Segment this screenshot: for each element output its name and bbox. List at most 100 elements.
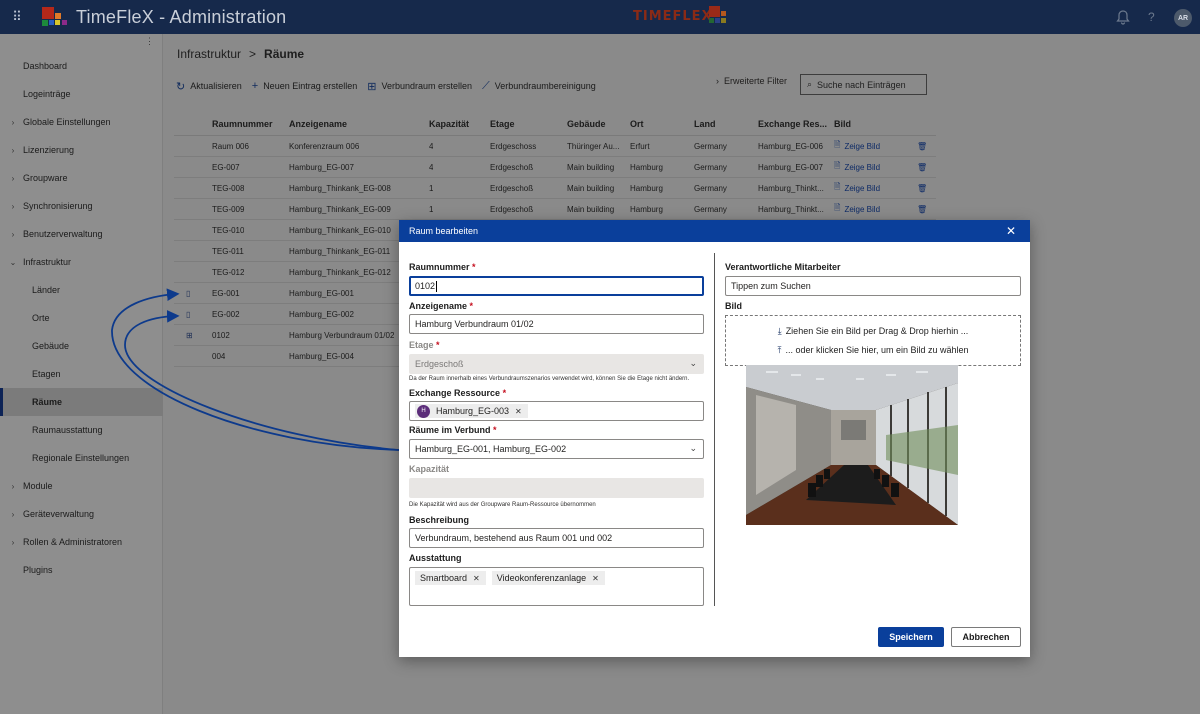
room-number-input[interactable]: 0102	[409, 276, 704, 296]
show-image-link[interactable]: 🗎 Zeige Bild	[834, 157, 880, 177]
column-header[interactable]: Raumnummer	[212, 112, 273, 135]
image-dropzone[interactable]: ⤓ Ziehen Sie ein Bild per Drag & Drop hie…	[725, 315, 1021, 366]
sidebar-item-4[interactable]: › Groupware	[0, 164, 163, 192]
show-image-link[interactable]: 🗎 Zeige Bild	[834, 178, 880, 198]
cell-country: Germany	[694, 162, 727, 172]
responsible-search-input[interactable]: Tippen zum Suchen	[725, 276, 1021, 296]
sidebar-item-13[interactable]: Raumausstattung	[0, 416, 163, 444]
search-input[interactable]: ⌕ Suche nach Einträgen	[800, 74, 927, 95]
remove-chip-icon[interactable]: ✕	[592, 574, 599, 583]
delete-icon[interactable]: 🗑	[917, 157, 927, 177]
cell-res: Hamburg_EG-007	[758, 162, 823, 172]
sidebar-item-14[interactable]: Regionale Einstellungen	[0, 444, 163, 472]
room-photo	[746, 365, 958, 525]
cell-nr: TEG-012	[212, 267, 245, 277]
display-name-input[interactable]: Hamburg Verbundraum 01/02	[409, 314, 704, 334]
equipment-picker[interactable]: Smartboard ✕ Videokonferenzanlage ✕	[409, 567, 704, 606]
column-divider	[714, 253, 715, 606]
cell-name: Hamburg_EG-001	[289, 288, 354, 298]
table-row[interactable]: EG-007 Hamburg_EG-007 4 Erdgeschoß Main buil…	[174, 157, 936, 178]
app-title: TimeFleX - Administration	[76, 7, 287, 27]
sidebar-item-10[interactable]: Gebäude	[0, 332, 163, 360]
sidebar-item-12[interactable]: Räume	[0, 388, 163, 416]
collapse-handle-icon[interactable]: ⋮	[145, 36, 154, 47]
cell-building: Thüringer Au...	[567, 141, 620, 151]
remove-chip-icon[interactable]: ✕	[515, 407, 522, 416]
cell-country: Germany	[694, 183, 727, 193]
bell-icon[interactable]	[1115, 9, 1131, 28]
breadcrumb-parent[interactable]: Infrastruktur	[177, 47, 241, 61]
column-header[interactable]: Anzeigename	[289, 112, 347, 135]
sidebar-item-1[interactable]: Logeinträge	[0, 80, 163, 108]
capacity-input	[409, 478, 704, 498]
cell-city: Hamburg	[630, 162, 663, 172]
cell-res: Hamburg_EG-006	[758, 141, 823, 151]
delete-icon[interactable]: 🗑	[917, 136, 927, 156]
remove-chip-icon[interactable]: ✕	[473, 574, 480, 583]
rooms-in-composite-dropdown[interactable]: Hamburg_EG-001, Hamburg_EG-002 ⌄	[409, 439, 704, 459]
room-number-label: Raumnummer *	[409, 262, 476, 272]
exchange-resource-chip: H Hamburg_EG-003 ✕	[415, 404, 528, 418]
show-image-link[interactable]: 🗎 Zeige Bild	[834, 136, 880, 156]
cell-name: Hamburg_Thinkank_EG-012	[289, 267, 391, 277]
sidebar-item-15[interactable]: › Module	[0, 472, 163, 500]
sidebar-item-2[interactable]: › Globale Einstellungen	[0, 108, 163, 136]
cell-name: Hamburg_Thinkank_EG-009	[289, 204, 391, 214]
create-composite-room-button[interactable]: ⊞ Verbundraum erstellen	[367, 80, 472, 93]
sidebar-item-9[interactable]: Orte	[0, 304, 163, 332]
table-row[interactable]: TEG-009 Hamburg_Thinkank_EG-009 1 Erdgescho…	[174, 199, 936, 220]
sidebar-item-11[interactable]: Etagen	[0, 360, 163, 388]
image-file-icon: 🗎	[834, 161, 841, 170]
waffle-icon[interactable]: ⠿	[0, 0, 34, 34]
sidebar-item-7[interactable]: ⌄ Infrastruktur	[0, 248, 163, 276]
chevron-right-icon: ›	[11, 229, 15, 239]
chevron-down-icon: ⌄	[9, 257, 17, 267]
breadcrumb-current: Räume	[264, 47, 305, 61]
column-header[interactable]: Etage	[490, 112, 515, 135]
column-header[interactable]: Kapazität	[429, 112, 469, 135]
sidebar-item-label: Orte	[32, 313, 50, 323]
refresh-button[interactable]: ↻ Aktualisieren	[176, 80, 242, 93]
table-row[interactable]: TEG-008 Hamburg_Thinkank_EG-008 1 Erdgescho…	[174, 178, 936, 199]
cell-city: Hamburg	[630, 183, 663, 193]
description-input[interactable]: Verbundraum, bestehend aus Raum 001 und …	[409, 528, 704, 548]
delete-icon[interactable]: 🗑	[917, 199, 927, 219]
column-header[interactable]: Gebäude	[567, 112, 606, 135]
cancel-button[interactable]: Abbrechen	[951, 627, 1021, 647]
close-icon[interactable]: ✕	[1006, 224, 1016, 238]
cell-city: Hamburg	[630, 204, 663, 214]
new-entry-button[interactable]: + Neuen Eintrag erstellen	[252, 80, 358, 92]
advanced-filter-button[interactable]: › Erweiterte Filter	[716, 76, 787, 86]
sidebar-item-8[interactable]: Länder	[0, 276, 163, 304]
description-label: Beschreibung	[409, 515, 470, 525]
delete-icon[interactable]: 🗑	[917, 178, 927, 198]
sidebar-item-3[interactable]: › Lizenzierung	[0, 136, 163, 164]
cell-city: Erfurt	[630, 141, 650, 151]
user-avatar[interactable]: AR	[1174, 9, 1192, 27]
column-header[interactable]: Bild	[834, 112, 851, 135]
composite-room-icon: ⊞	[367, 80, 377, 93]
sidebar-item-label: Groupware	[23, 173, 68, 183]
sidebar-item-0[interactable]: Dashboard	[0, 52, 163, 80]
sidebar-item-6[interactable]: › Benutzerverwaltung	[0, 220, 163, 248]
column-header[interactable]: Ort	[630, 112, 644, 135]
sidebar-item-label: Synchronisierung	[23, 201, 93, 211]
cell-nr: TEG-008	[212, 183, 245, 193]
show-image-link[interactable]: 🗎 Zeige Bild	[834, 199, 880, 219]
brand-logo-text: TIMEFLEX	[633, 9, 713, 24]
sidebar-item-5[interactable]: › Synchronisierung	[0, 192, 163, 220]
save-button[interactable]: Speichern	[878, 627, 944, 647]
column-header[interactable]: Land	[694, 112, 716, 135]
search-placeholder: Suche nach Einträgen	[817, 79, 906, 90]
sidebar-item-label: Räume	[32, 397, 63, 407]
composite-cleanup-button[interactable]: ⟋ Verbundraumbereinigung	[482, 80, 596, 93]
sidebar-item-17[interactable]: › Rollen & Administratoren	[0, 528, 163, 556]
column-header[interactable]: Exchange Res...	[758, 112, 827, 135]
table-row[interactable]: Raum 006 Konferenzraum 006 4 Erdgeschoss Thü…	[174, 136, 936, 157]
capacity-hint: Die Kapazität wird aus der Groupware Rau…	[409, 502, 596, 508]
sidebar-item-18[interactable]: Plugins	[0, 556, 163, 584]
cell-name: Hamburg Verbundraum 01/02	[289, 330, 395, 340]
help-icon[interactable]: ?	[1148, 10, 1155, 24]
sidebar-item-16[interactable]: › Geräteverwaltung	[0, 500, 163, 528]
exchange-resource-picker[interactable]: H Hamburg_EG-003 ✕	[409, 401, 704, 421]
